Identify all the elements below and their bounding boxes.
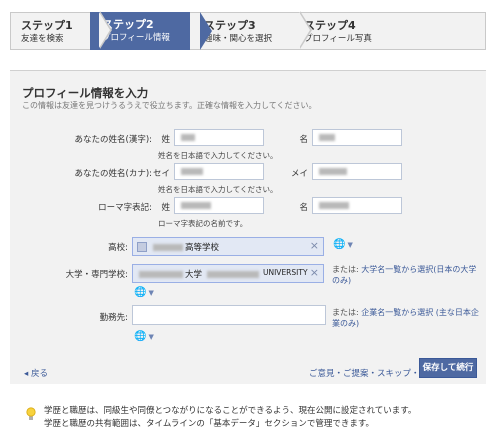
last-name-kanji-field[interactable] [174, 129, 264, 146]
step-1-subtitle: 友達を検索 [21, 34, 64, 44]
lightbulb-icon [26, 407, 36, 420]
globe-icon: 🌐 [134, 331, 147, 342]
step-4-title: ステップ4 [304, 19, 356, 32]
step-2-subtitle: プロフィール情報 [102, 33, 170, 43]
name-roman-hint: ローマ字表記の名前です。 [158, 219, 248, 228]
university-name-suffix: UNIVERSITY [263, 268, 308, 277]
tip-line-2: 学歴と職歴の共有範囲は、タイムラインの「基本データ」セクションで管理できます。 [44, 419, 375, 429]
name-kanji-hint: 姓名を日本語で入力してください。 [158, 151, 278, 160]
university-token[interactable]: 大学 UNIVERSITY × [132, 264, 324, 283]
highschool-token[interactable]: 高等学校 × [132, 237, 324, 256]
university-privacy-selector[interactable]: 🌐 ▼ [134, 287, 154, 298]
step-current-arrow [200, 12, 212, 50]
employer-field[interactable] [132, 305, 326, 325]
university-label: 大学・専門学校: [65, 270, 128, 280]
step-2-title: ステップ2 [102, 18, 154, 31]
last-name-kanji-prefix: 姓 [161, 135, 170, 145]
university-alt-select: または: 大学名一覧から選択(日本の大学のみ) [332, 264, 480, 286]
first-name-kana-field[interactable] [312, 163, 402, 180]
name-kanji-label: あなたの姓名(漢字): [74, 135, 153, 145]
name-roman-label: ローマ字表記: [98, 203, 152, 213]
remove-highschool-icon[interactable]: × [310, 239, 319, 252]
back-link[interactable]: ◂ 戻る [24, 367, 48, 379]
first-name-kana-prefix: メイ [290, 169, 308, 179]
employer-privacy-selector[interactable]: 🌐 ▼ [134, 331, 154, 342]
feedback-skip-link[interactable]: ご意見・ご提案・スキップ・ [309, 367, 420, 379]
employer-label: 勤務先: [99, 313, 128, 323]
name-kana-label: あなたの姓名(カナ): [74, 169, 153, 179]
profile-info-panel: プロフィール情報を入力 この情報は友達を見つけうるうえで役立ちます。正確な情報を… [10, 70, 486, 384]
globe-icon: 🌐 [333, 239, 346, 250]
tip-line-1: 学歴と職歴は、同級生や同僚とつながりになることができるよう、現在公開に設定されて… [44, 406, 417, 416]
university-name-mid: 大学 [185, 270, 203, 280]
progress-steps: ステップ1 友達を検索 ステップ2 プロフィール情報 ステップ3 趣味・関心を選… [10, 11, 486, 50]
highschool-label: 高校: [108, 243, 128, 253]
save-continue-button[interactable]: 保存して続行 [419, 358, 477, 378]
panel-title: プロフィール情報を入力 [22, 86, 149, 100]
step-4-subtitle: プロフィール写真 [304, 34, 372, 44]
name-kana-hint: 姓名を日本語で入力してください。 [158, 185, 278, 194]
employer-alt-select: または: 企業名一覧から選択 (主な日本企業のみ) [332, 307, 480, 329]
step-1-title: ステップ1 [21, 19, 73, 32]
school-icon [137, 242, 147, 252]
step-3-title: ステップ3 [204, 19, 256, 32]
chevron-down-icon: ▼ [148, 289, 154, 297]
last-name-kana-field[interactable] [174, 163, 264, 180]
first-name-kanji-field[interactable] [312, 129, 402, 146]
first-name-roman-field[interactable] [312, 197, 402, 214]
panel-description: この情報は友達を見つけうるうえで役立ちます。正確な情報を入力してください。 [22, 101, 317, 110]
last-name-kana-prefix: セイ [152, 169, 170, 179]
step-4: ステップ4 プロフィール写真 [290, 12, 486, 50]
employer-alt-prefix: または: [332, 308, 362, 317]
highschool-privacy-selector[interactable]: 🌐 ▼ [333, 239, 353, 250]
step-3-subtitle: 趣味・関心を選択 [204, 34, 273, 44]
step-separator-fill [99, 12, 110, 48]
step-separator-fill [299, 12, 310, 48]
chevron-down-icon: ▼ [347, 241, 353, 249]
globe-icon: 🌐 [134, 287, 147, 298]
first-name-kanji-prefix: 名 [299, 135, 308, 145]
last-name-roman-field[interactable] [174, 197, 264, 214]
first-name-roman-prefix: 名 [299, 203, 308, 213]
university-alt-prefix: または: [332, 265, 362, 274]
chevron-down-icon: ▼ [148, 333, 154, 341]
step-1: ステップ1 友達を検索 [10, 12, 90, 50]
remove-university-icon[interactable]: × [310, 266, 319, 279]
last-name-roman-prefix: 姓 [161, 203, 170, 213]
highschool-name: 高等学校 [185, 243, 220, 253]
